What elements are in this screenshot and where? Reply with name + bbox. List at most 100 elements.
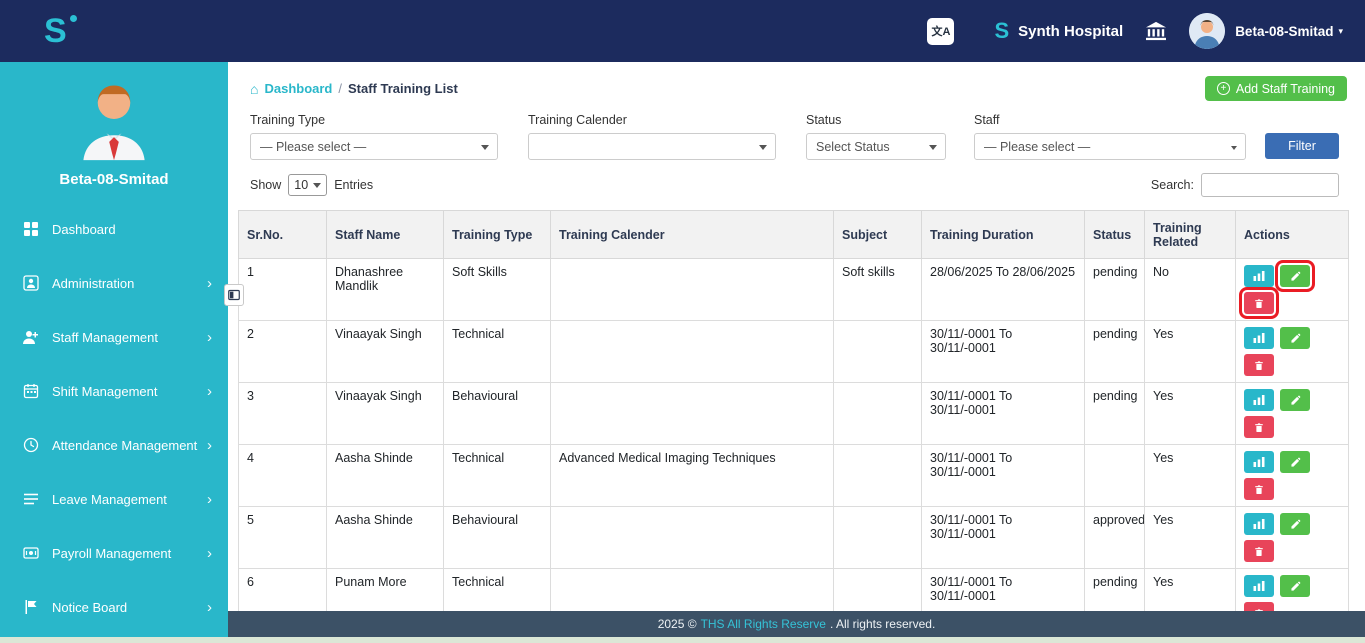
column-header: Training Type — [444, 211, 551, 259]
chevron-right-icon: › — [207, 276, 212, 291]
staff-training-table: Sr.No.Staff NameTraining TypeTraining Ca… — [238, 210, 1349, 611]
sidebar: Beta-08-Smitad DashboardAdministration›S… — [0, 62, 228, 637]
panel-toggle-button[interactable] — [224, 284, 244, 306]
edit-button[interactable] — [1280, 327, 1310, 349]
training-calender-select[interactable] — [528, 133, 776, 160]
user-menu[interactable]: Beta-08-Smitad — [1235, 24, 1333, 39]
filter-button[interactable]: Filter — [1265, 133, 1339, 159]
sidebar-item-notice-board[interactable]: Notice Board› — [0, 580, 228, 634]
view-button[interactable] — [1244, 265, 1274, 287]
footer-year: 2025 © — [658, 617, 697, 631]
app-logo[interactable]: S — [44, 14, 77, 48]
table-body: 1Dhanashree MandlikSoft Skills Soft skill… — [239, 259, 1349, 612]
view-button[interactable] — [1244, 451, 1274, 473]
status-cell: approved — [1085, 507, 1145, 569]
staff-name-cell: Dhanashree Mandlik — [327, 259, 444, 321]
subject-cell: Soft skills — [834, 259, 922, 321]
breadcrumb-dashboard-link[interactable]: Dashboard — [264, 81, 332, 96]
notice-board-icon — [22, 598, 40, 616]
chevron-down-icon: ▾ — [1338, 26, 1343, 37]
sidebar-item-shift-management[interactable]: Shift Management› — [0, 364, 228, 418]
profile-avatar — [66, 149, 162, 166]
footer-brand-link[interactable]: THS All Rights Reserve — [701, 617, 826, 631]
training-calender-cell — [551, 259, 834, 321]
staff-name-cell: Vinaayak Singh — [327, 383, 444, 445]
status-cell: pending — [1085, 383, 1145, 445]
sr-cell: 6 — [239, 569, 327, 612]
training-type-select[interactable]: — Please select — — [250, 133, 498, 160]
sidebar-item-administration[interactable]: Administration› — [0, 256, 228, 310]
staff-management-icon — [22, 328, 40, 346]
user-avatar[interactable] — [1189, 13, 1225, 49]
chevron-down-icon — [929, 145, 937, 150]
sidebar-item-attendance-management[interactable]: Attendance Management› — [0, 418, 228, 472]
sidebar-menu: DashboardAdministration›Staff Management… — [0, 202, 228, 634]
home-icon: ⌂ — [250, 81, 258, 97]
status-cell: pending — [1085, 569, 1145, 612]
sr-cell: 2 — [239, 321, 327, 383]
chevron-right-icon: › — [207, 600, 212, 615]
chevron-down-icon — [1231, 146, 1237, 150]
training-calender-cell — [551, 507, 834, 569]
translate-icon[interactable]: 文A — [927, 18, 954, 45]
delete-button[interactable] — [1244, 292, 1274, 314]
status-select[interactable]: Select Status — [806, 133, 946, 160]
sidebar-item-staff-management[interactable]: Staff Management› — [0, 310, 228, 364]
list-controls: Show 10 Entries Search: — [228, 160, 1365, 197]
delete-button[interactable] — [1244, 602, 1274, 611]
table-row: 4Aasha ShindeTechnicalAdvanced Medical I… — [239, 445, 1349, 507]
footer: 2025 © THS All Rights Reserve . All righ… — [228, 611, 1365, 637]
training-type-label: Training Type — [250, 113, 498, 127]
related-cell: Yes — [1145, 507, 1236, 569]
sidebar-item-label: Shift Management — [52, 384, 158, 399]
delete-button[interactable] — [1244, 416, 1274, 438]
actions-cell — [1236, 259, 1349, 321]
chevron-down-icon — [759, 145, 767, 150]
sidebar-item-dashboard[interactable]: Dashboard — [0, 202, 228, 256]
topbar: S 文A S Synth Hospital — [0, 0, 1365, 62]
sr-cell: 4 — [239, 445, 327, 507]
view-button[interactable] — [1244, 327, 1274, 349]
related-cell: Yes — [1145, 383, 1236, 445]
delete-button[interactable] — [1244, 478, 1274, 500]
edit-button[interactable] — [1280, 389, 1310, 411]
sidebar-item-label: Staff Management — [52, 330, 158, 345]
sidebar-item-leave-management[interactable]: Leave Management› — [0, 472, 228, 526]
hospital-logo-icon: S — [994, 18, 1009, 44]
edit-button[interactable] — [1280, 575, 1310, 597]
staff-label: Staff — [974, 113, 1246, 127]
edit-button[interactable] — [1280, 451, 1310, 473]
view-button[interactable] — [1244, 389, 1274, 411]
institution-icon[interactable] — [1145, 21, 1167, 41]
sr-cell: 1 — [239, 259, 327, 321]
view-button[interactable] — [1244, 513, 1274, 535]
subject-cell — [834, 321, 922, 383]
status-cell: pending — [1085, 321, 1145, 383]
view-button[interactable] — [1244, 575, 1274, 597]
status-cell: pending — [1085, 259, 1145, 321]
staff-select[interactable]: — Please select — — [974, 133, 1246, 160]
edit-button[interactable] — [1280, 513, 1310, 535]
sidebar-item-payroll-management[interactable]: Payroll Management› — [0, 526, 228, 580]
table-row: 6Punam MoreTechnical30/11/-0001 To 30/11… — [239, 569, 1349, 612]
training-calender-cell — [551, 321, 834, 383]
attendance-management-icon — [22, 436, 40, 454]
page-title: Staff Training List — [348, 81, 458, 96]
sidebar-profile: Beta-08-Smitad — [0, 62, 228, 188]
sidebar-item-label: Attendance Management — [52, 438, 197, 453]
staff-name-cell: Vinaayak Singh — [327, 321, 444, 383]
delete-button[interactable] — [1244, 540, 1274, 562]
edit-button[interactable] — [1280, 265, 1310, 287]
dashboard-icon — [22, 220, 40, 238]
entries-select[interactable]: 10 — [288, 174, 327, 196]
sidebar-item-label: Dashboard — [52, 222, 116, 237]
subject-cell — [834, 507, 922, 569]
column-header: Training Calender — [551, 211, 834, 259]
search-input[interactable] — [1201, 173, 1339, 197]
delete-button[interactable] — [1244, 354, 1274, 376]
add-staff-training-button[interactable]: + Add Staff Training — [1205, 76, 1347, 101]
staff-name-cell: Aasha Shinde — [327, 445, 444, 507]
actions-cell — [1236, 383, 1349, 445]
status-cell — [1085, 445, 1145, 507]
training-type-cell: Soft Skills — [444, 259, 551, 321]
